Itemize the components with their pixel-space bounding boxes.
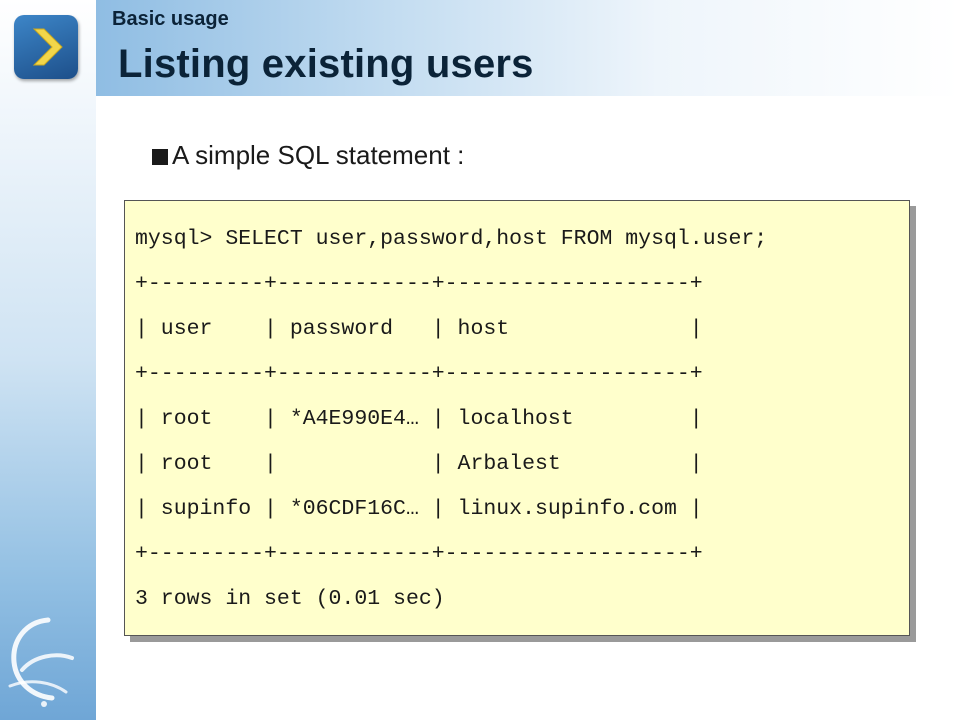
code-line-border: +---------+------------+----------------…	[135, 362, 703, 386]
code-line-summary: 3 rows in set (0.01 sec)	[135, 587, 445, 611]
code-line-border: +---------+------------+----------------…	[135, 542, 703, 566]
chevron-right-icon	[14, 15, 78, 79]
bullet-square-icon	[152, 148, 168, 165]
bullet-text: A simple SQL statement :	[172, 140, 465, 170]
code-line-row: | supinfo | *06CDF16C… | linux.supinfo.c…	[135, 497, 703, 521]
code-line-border: +---------+------------+----------------…	[135, 272, 703, 296]
code-line-row: | root | *A4E990E4… | localhost |	[135, 407, 703, 431]
code-line-header: | user | password | host |	[135, 317, 703, 341]
bullet-item: A simple SQL statement :	[152, 140, 464, 171]
page-title: Listing existing users	[118, 42, 534, 86]
code-line-command: mysql> SELECT user,password,host FROM my…	[135, 227, 768, 251]
swoosh-logo-icon	[4, 612, 92, 721]
code-block: mysql> SELECT user,password,host FROM my…	[124, 200, 910, 636]
code-line-row: | root | | Arbalest |	[135, 452, 703, 476]
section-label: Basic usage	[112, 8, 229, 30]
